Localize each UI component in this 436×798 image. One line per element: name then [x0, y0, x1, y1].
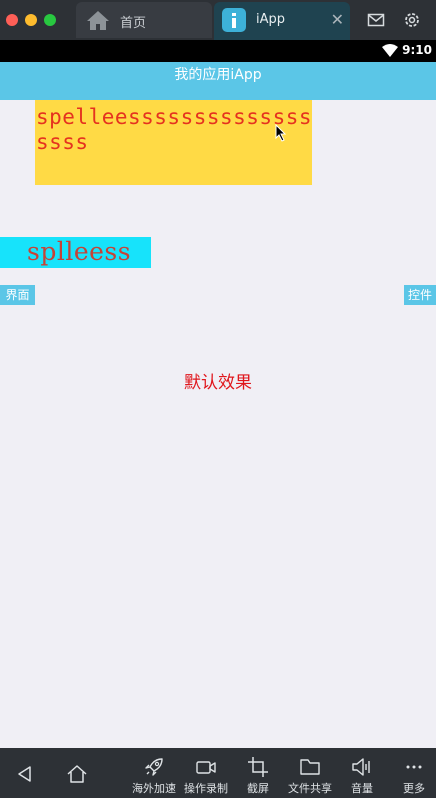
volume-icon: [352, 758, 370, 776]
toolbar-screenshot[interactable]: 截屏: [240, 748, 276, 798]
tab-iapp[interactable]: iApp ✕: [214, 2, 350, 40]
toolbar-label: 海外加速: [132, 782, 176, 795]
toolbar-overseas-accel[interactable]: 海外加速: [128, 748, 180, 798]
back-button[interactable]: [8, 748, 42, 798]
toolbar-label: 文件共享: [288, 782, 332, 795]
crop-icon: [248, 757, 268, 777]
close-window-button[interactable]: [6, 14, 18, 26]
tab-home[interactable]: 首页: [76, 2, 212, 38]
toolbar-label: 音量: [351, 782, 373, 795]
mail-icon[interactable]: [367, 11, 385, 29]
app-title: 我的应用iApp: [174, 67, 262, 83]
video-icon: [196, 761, 216, 774]
close-tab-icon[interactable]: ✕: [331, 10, 344, 29]
yellow-text-view[interactable]: spelleessssssssssssssssss: [35, 100, 312, 185]
back-icon: [18, 766, 31, 782]
window-titlebar: 首页 iApp ✕: [0, 0, 436, 40]
toolbar-more[interactable]: 更多: [398, 748, 430, 798]
status-bar: 9:10: [0, 40, 436, 62]
maximize-window-button[interactable]: [44, 14, 56, 26]
folder-icon: [300, 759, 320, 775]
wifi-icon: [382, 44, 398, 57]
toolbar-label: 操作录制: [184, 782, 228, 795]
yellow-text: spelleessssssssssssssssss: [36, 105, 313, 154]
toolbar-volume[interactable]: 音量: [344, 748, 380, 798]
cyan-text: splleess: [27, 237, 132, 266]
more-icon: [406, 765, 422, 769]
default-effect-text: 默认效果: [184, 373, 252, 393]
status-time: 9:10: [402, 43, 432, 57]
home-button[interactable]: [60, 748, 94, 798]
toolbar-file-share[interactable]: 文件共享: [284, 748, 336, 798]
control-button[interactable]: 控件: [404, 285, 436, 305]
interface-button[interactable]: 界面: [0, 285, 35, 305]
cyan-text-view[interactable]: splleess: [0, 237, 151, 268]
tab-home-label: 首页: [120, 16, 147, 31]
toolbar-label: 更多: [403, 782, 425, 795]
tab-iapp-label: iApp: [256, 12, 286, 27]
iapp-icon: [222, 8, 246, 32]
rocket-icon: [145, 758, 163, 776]
toolbar-label: 截屏: [247, 782, 269, 795]
home-icon: [87, 11, 109, 30]
toolbar-record[interactable]: 操作录制: [181, 748, 231, 798]
home-nav-icon: [67, 765, 87, 783]
settings-icon[interactable]: [403, 11, 421, 29]
app-title-bar: 我的应用iApp: [0, 62, 436, 100]
bottom-toolbar: 海外加速 操作录制 截屏 文件共享 音量 更多: [0, 748, 436, 798]
minimize-window-button[interactable]: [25, 14, 37, 26]
mouse-cursor-icon: [275, 124, 287, 142]
